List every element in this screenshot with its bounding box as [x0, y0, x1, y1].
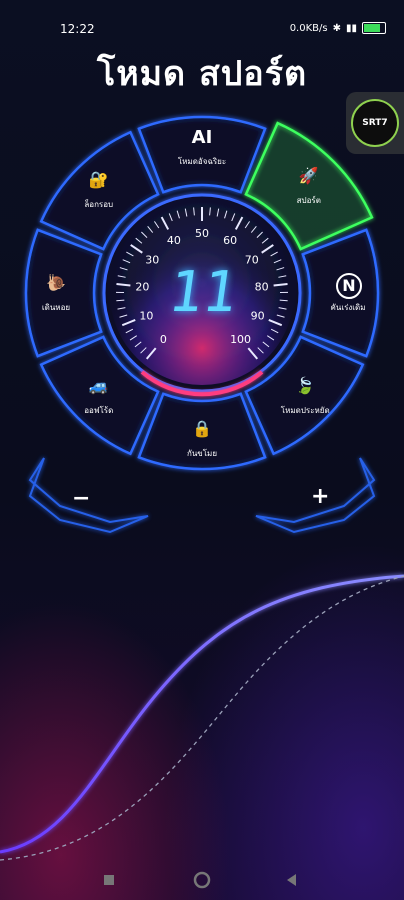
n-icon: N [336, 273, 362, 299]
mode-segment-6[interactable] [24, 228, 103, 358]
gauge-scale-label: 10 [139, 309, 153, 322]
mode-label-1: สปอร์ต [296, 196, 321, 206]
mode-label-2: คันเร่งเดิม [330, 303, 366, 312]
gauge-scale-label: 50 [195, 227, 209, 240]
gauge-scale-label: 20 [135, 281, 149, 294]
decrease-button[interactable]: − [72, 486, 90, 511]
recents-icon[interactable] [104, 875, 114, 885]
mode-label-5: ออฟโร้ด [84, 406, 114, 416]
leaf-icon: 🍃 [295, 376, 316, 396]
throttle-curve [0, 574, 404, 854]
back-icon[interactable] [287, 874, 296, 886]
lock-hand-icon: 🔒 [192, 419, 212, 438]
mode-label-7: ล็อกรอบ [84, 199, 114, 209]
gauge-scale-label: 0 [160, 333, 167, 346]
mode-label-3: โหมดประหยัด [280, 406, 330, 416]
gauge-level: 11 [164, 259, 242, 325]
snail-icon: 🐌 [46, 273, 66, 292]
home-icon[interactable] [193, 871, 211, 889]
gauge-scale-label: 40 [167, 234, 181, 247]
rocket-icon: 🚀 [298, 166, 319, 186]
ai-icon: AI [191, 127, 213, 148]
gauge-scale-label: 90 [251, 309, 265, 322]
increase-button[interactable]: + [311, 484, 329, 509]
gauge-scale-label: 30 [145, 253, 159, 266]
lock-icon: 🔐 [88, 169, 109, 189]
mode-label-0: โหมดอัจฉริยะ [177, 157, 227, 166]
gauge-scale-label: 60 [223, 234, 237, 247]
gauge-scale-label: 70 [245, 253, 259, 266]
offroad-car-icon: 🚙 [88, 376, 109, 396]
gauge-scale-label: 100 [230, 333, 251, 346]
gauge-scale-label: 80 [255, 281, 269, 294]
mode-label-4: กันขโมย [186, 449, 218, 458]
navigation-bar [104, 871, 296, 889]
mode-label-6: เดินหอย [41, 303, 71, 312]
